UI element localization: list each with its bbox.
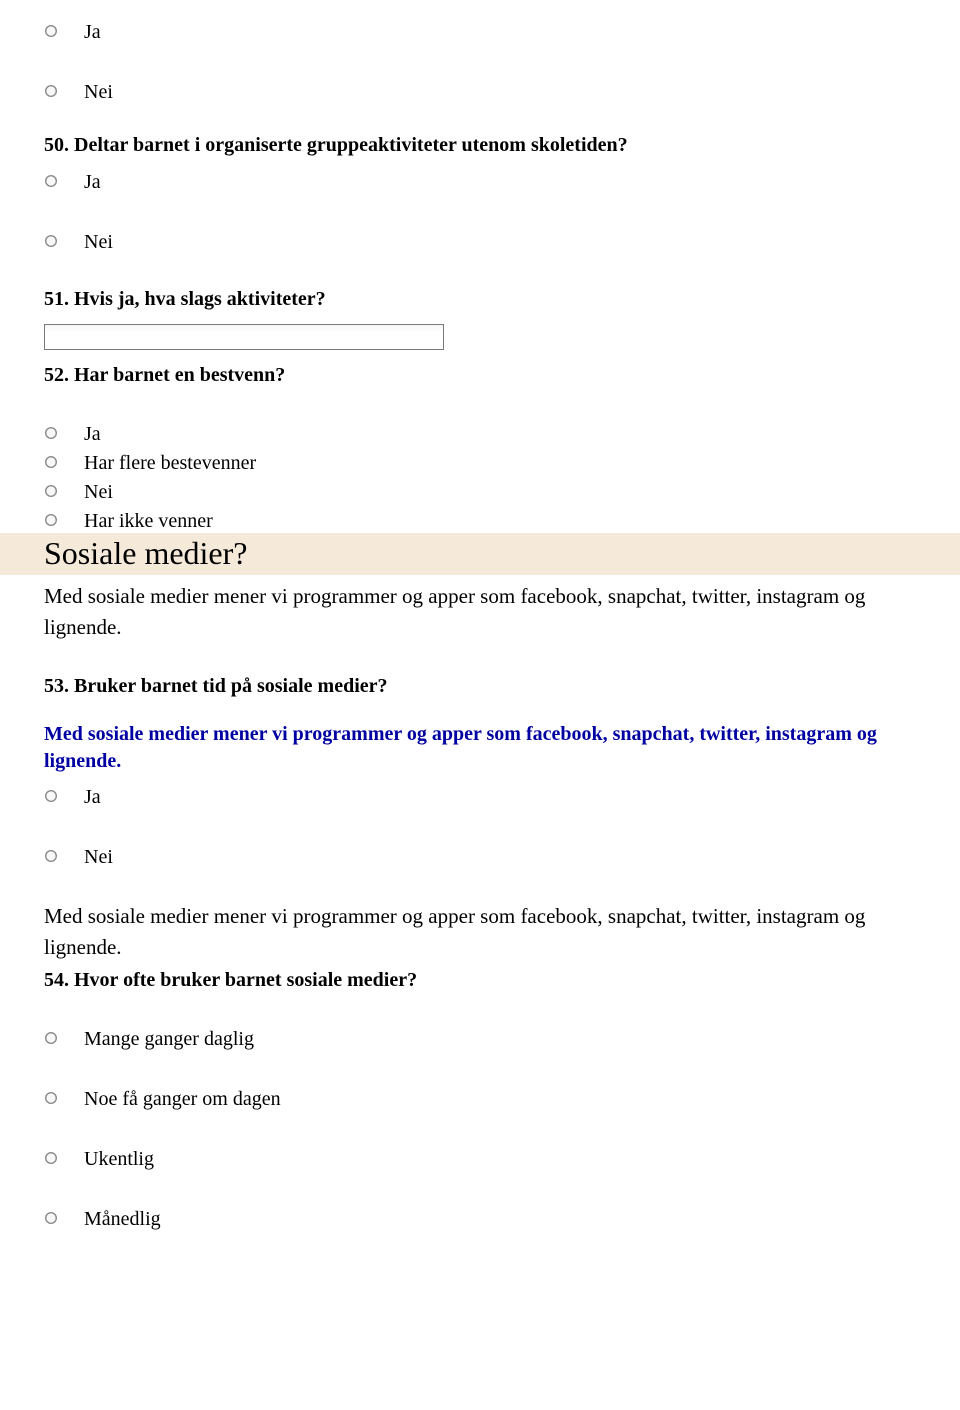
section-intro: Med sosiale medier mener vi programmer o…: [44, 581, 930, 643]
radio-icon[interactable]: [44, 234, 58, 248]
question-title: 53. Bruker barnet tid på sosiale medier?: [44, 673, 930, 699]
option-label: Har ikke venner: [84, 509, 213, 533]
radio-icon[interactable]: [44, 1031, 58, 1045]
option-row[interactable]: Ukentlig: [44, 1147, 930, 1171]
option-row[interactable]: Månedlig: [44, 1207, 930, 1231]
option-label: Nei: [84, 480, 113, 504]
activities-input[interactable]: [44, 324, 444, 350]
option-row[interactable]: Har ikke venner: [44, 509, 930, 533]
question-title: 51. Hvis ja, hva slags aktiviteter?: [44, 286, 930, 312]
question-title: 52. Har barnet en bestvenn?: [44, 362, 930, 388]
option-label: Mange ganger daglig: [84, 1027, 254, 1051]
question-51: 51. Hvis ja, hva slags aktiviteter?: [30, 286, 930, 350]
radio-icon[interactable]: [44, 1151, 58, 1165]
radio-icon[interactable]: [44, 455, 58, 469]
question-52: 52. Har barnet en bestvenn? Ja Har flere…: [30, 362, 930, 533]
option-row[interactable]: Mange ganger daglig: [44, 1027, 930, 1051]
option-row[interactable]: Ja: [44, 422, 930, 446]
text-input-wrap: [44, 324, 930, 350]
radio-icon[interactable]: [44, 174, 58, 188]
question-pretext: Med sosiale medier mener vi programmer o…: [44, 901, 930, 963]
option-label: Ja: [84, 170, 101, 194]
option-row[interactable]: Nei: [44, 845, 930, 869]
radio-icon[interactable]: [44, 1211, 58, 1225]
question-54-options: Mange ganger daglig Noe få ganger om dag…: [30, 1027, 930, 1231]
radio-icon[interactable]: [44, 24, 58, 38]
option-label: Nei: [84, 230, 113, 254]
option-row[interactable]: Ja: [44, 20, 930, 44]
option-label: Ja: [84, 20, 101, 44]
survey-page: Ja Nei 50. Deltar barnet i organiserte g…: [0, 0, 960, 1271]
option-row[interactable]: Ja: [44, 785, 930, 809]
option-label: Nei: [84, 80, 113, 104]
question-title: 50. Deltar barnet i organiserte gruppeak…: [44, 132, 930, 158]
question-50: 50. Deltar barnet i organiserte gruppeak…: [30, 132, 930, 254]
option-label: Ukentlig: [84, 1147, 154, 1171]
section-heading-band: Sosiale medier?: [0, 533, 960, 575]
section-heading: Sosiale medier?: [14, 535, 960, 571]
radio-icon[interactable]: [44, 1091, 58, 1105]
question-title: 54. Hvor ofte bruker barnet sosiale medi…: [44, 967, 930, 993]
option-label: Ja: [84, 422, 101, 446]
radio-icon[interactable]: [44, 84, 58, 98]
option-row[interactable]: Noe få ganger om dagen: [44, 1087, 930, 1111]
option-row[interactable]: Nei: [44, 230, 930, 254]
question-53: 53. Bruker barnet tid på sosiale medier?…: [30, 673, 930, 869]
radio-icon[interactable]: [44, 789, 58, 803]
option-row[interactable]: Nei: [44, 80, 930, 104]
option-label: Månedlig: [84, 1207, 161, 1231]
option-label: Har flere bestevenner: [84, 451, 256, 475]
radio-icon[interactable]: [44, 426, 58, 440]
option-row[interactable]: Ja: [44, 170, 930, 194]
option-label: Ja: [84, 785, 101, 809]
option-label: Nei: [84, 845, 113, 869]
radio-icon[interactable]: [44, 484, 58, 498]
option-row[interactable]: Nei: [44, 480, 930, 504]
option-label: Noe få ganger om dagen: [84, 1087, 281, 1111]
question-subtext: Med sosiale medier mener vi programmer o…: [44, 721, 930, 775]
radio-icon[interactable]: [44, 513, 58, 527]
radio-icon[interactable]: [44, 849, 58, 863]
option-row[interactable]: Har flere bestevenner: [44, 451, 930, 475]
